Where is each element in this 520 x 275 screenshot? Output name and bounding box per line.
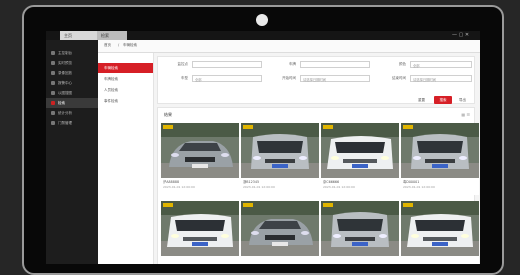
nav-item[interactable]: 录像回放 <box>46 68 98 78</box>
vehicle-photo[interactable] <box>401 201 479 256</box>
result-card[interactable] <box>161 201 239 264</box>
vehicle-photo[interactable] <box>161 201 239 256</box>
filter-label-color: 颜色 <box>399 62 406 66</box>
breadcrumb: 首页 / 车辆检索 <box>98 40 480 53</box>
type-select[interactable]: 全部 <box>192 75 262 82</box>
nav-icon <box>51 71 55 75</box>
nav-item[interactable]: 门禁管理 <box>46 118 98 128</box>
start-time-input[interactable]: 请选择日期时间 <box>300 75 370 82</box>
nav-icon <box>51 91 55 95</box>
reset-button[interactable]: 重置 <box>413 96 430 104</box>
filter-label-end: 结束时间 <box>392 76 406 80</box>
result-card[interactable]: 浙B12345 2023-01-01 12:00:00 <box>241 123 319 195</box>
nav-icon <box>51 101 55 105</box>
card-time: 2023-01-01 12:00:00 <box>403 185 435 189</box>
breadcrumb-home[interactable]: 首页 <box>104 43 111 48</box>
title-bar: Video Management Client 主页 检索 — ▢ ✕ <box>46 31 480 40</box>
color-select[interactable]: 全部 <box>410 61 472 68</box>
filter-label-camera: 监控点 <box>177 62 189 66</box>
breadcrumb-current: 车辆检索 <box>123 43 137 47</box>
main-content: 监控点 车牌 颜色 全部 车型 全部 开始时间 请选择日期时间 结束时间 请选择… <box>153 53 480 264</box>
results-title: 结果 <box>164 112 172 117</box>
result-card[interactable]: 沪A88888 2023-01-01 12:00:00 <box>161 123 239 195</box>
export-button[interactable]: 导出 <box>454 96 471 104</box>
nav-icon <box>51 81 55 85</box>
webcam-icon <box>256 14 268 26</box>
nav-item[interactable]: 主控制台 <box>46 48 98 58</box>
result-card[interactable] <box>401 201 479 264</box>
filter-label-plate: 车牌 <box>289 62 296 66</box>
nav-label: 报警中心 <box>58 81 72 85</box>
nav-label: 门禁管理 <box>58 121 72 125</box>
nav-icon <box>51 121 55 125</box>
filter-label-type: 车型 <box>181 76 188 80</box>
nav-label: 统计分析 <box>58 111 72 115</box>
nav-item[interactable]: 检索 <box>46 98 98 108</box>
nav-icon <box>51 51 55 55</box>
end-time-input[interactable]: 请选择日期时间 <box>410 75 472 82</box>
card-time: 2023-01-01 12:00:00 <box>323 185 355 189</box>
results-panel: 结果 ▦ ☰ 沪A88888 2023-01-01 12:00:00 浙B12345… <box>157 107 479 264</box>
result-card[interactable] <box>321 201 399 264</box>
card-time: 2023-01-01 12:00:00 <box>163 185 195 189</box>
subnav-label: 车辆检索 <box>104 66 118 70</box>
nav-label: 以图搜图 <box>58 91 72 95</box>
plate-input[interactable] <box>300 61 370 68</box>
laptop-screen: Video Management Client 主页 检索 — ▢ ✕ 主控制台… <box>46 31 480 264</box>
subnav-label: 人员检索 <box>104 88 118 92</box>
nav-item[interactable]: 以图搜图 <box>46 88 98 98</box>
subnav-label: 事件检索 <box>104 99 118 103</box>
result-card[interactable]: 京C66666 2023-01-01 12:00:00 <box>321 123 399 195</box>
vehicle-photo[interactable] <box>161 123 239 178</box>
sub-navigation: 车辆检索车牌检索人员检索事件检索 <box>98 53 154 264</box>
breadcrumb-sep: / <box>118 43 120 47</box>
filter-panel: 监控点 车牌 颜色 全部 车型 全部 开始时间 请选择日期时间 结束时间 请选择… <box>157 56 475 104</box>
nav-label: 检索 <box>58 101 65 105</box>
subnav-item[interactable]: 车牌检索 <box>98 74 153 84</box>
nav-item[interactable]: 报警中心 <box>46 78 98 88</box>
vehicle-photo[interactable] <box>401 123 479 178</box>
subnav-item[interactable]: 人员检索 <box>98 85 153 95</box>
subnav-item[interactable]: 车辆检索 <box>98 63 153 73</box>
nav-icon <box>51 111 55 115</box>
subnav-item[interactable]: 事件检索 <box>98 96 153 106</box>
result-card[interactable] <box>241 201 319 264</box>
nav-label: 录像回放 <box>58 71 72 75</box>
subnav-label: 车牌检索 <box>104 77 118 81</box>
tab-search[interactable]: 检索 <box>97 31 127 40</box>
result-card[interactable]: 粤D00001 2023-01-01 12:00:00 <box>401 123 479 195</box>
filter-label-start: 开始时间 <box>282 76 296 80</box>
nav-item[interactable]: 统计分析 <box>46 108 98 118</box>
vehicle-photo[interactable] <box>321 123 399 178</box>
search-button[interactable]: 搜索 <box>434 96 452 104</box>
nav-icon <box>51 61 55 65</box>
nav-item[interactable]: 实时预览 <box>46 58 98 68</box>
vehicle-photo[interactable] <box>241 123 319 178</box>
vehicle-photo[interactable] <box>321 201 399 256</box>
view-toggle-icon[interactable]: ▦ ☰ <box>461 112 470 117</box>
nav-label: 主控制台 <box>58 51 72 55</box>
card-time: 2023-01-01 12:00:00 <box>243 185 275 189</box>
camera-input[interactable] <box>192 61 262 68</box>
vehicle-photo[interactable] <box>241 201 319 256</box>
nav-label: 实时预览 <box>58 61 72 65</box>
window-controls[interactable]: — ▢ ✕ <box>452 32 469 38</box>
left-navigation: 主控制台实时预览录像回放报警中心以图搜图检索统计分析门禁管理 <box>46 40 98 264</box>
tab-main[interactable]: 主页 <box>60 31 97 40</box>
